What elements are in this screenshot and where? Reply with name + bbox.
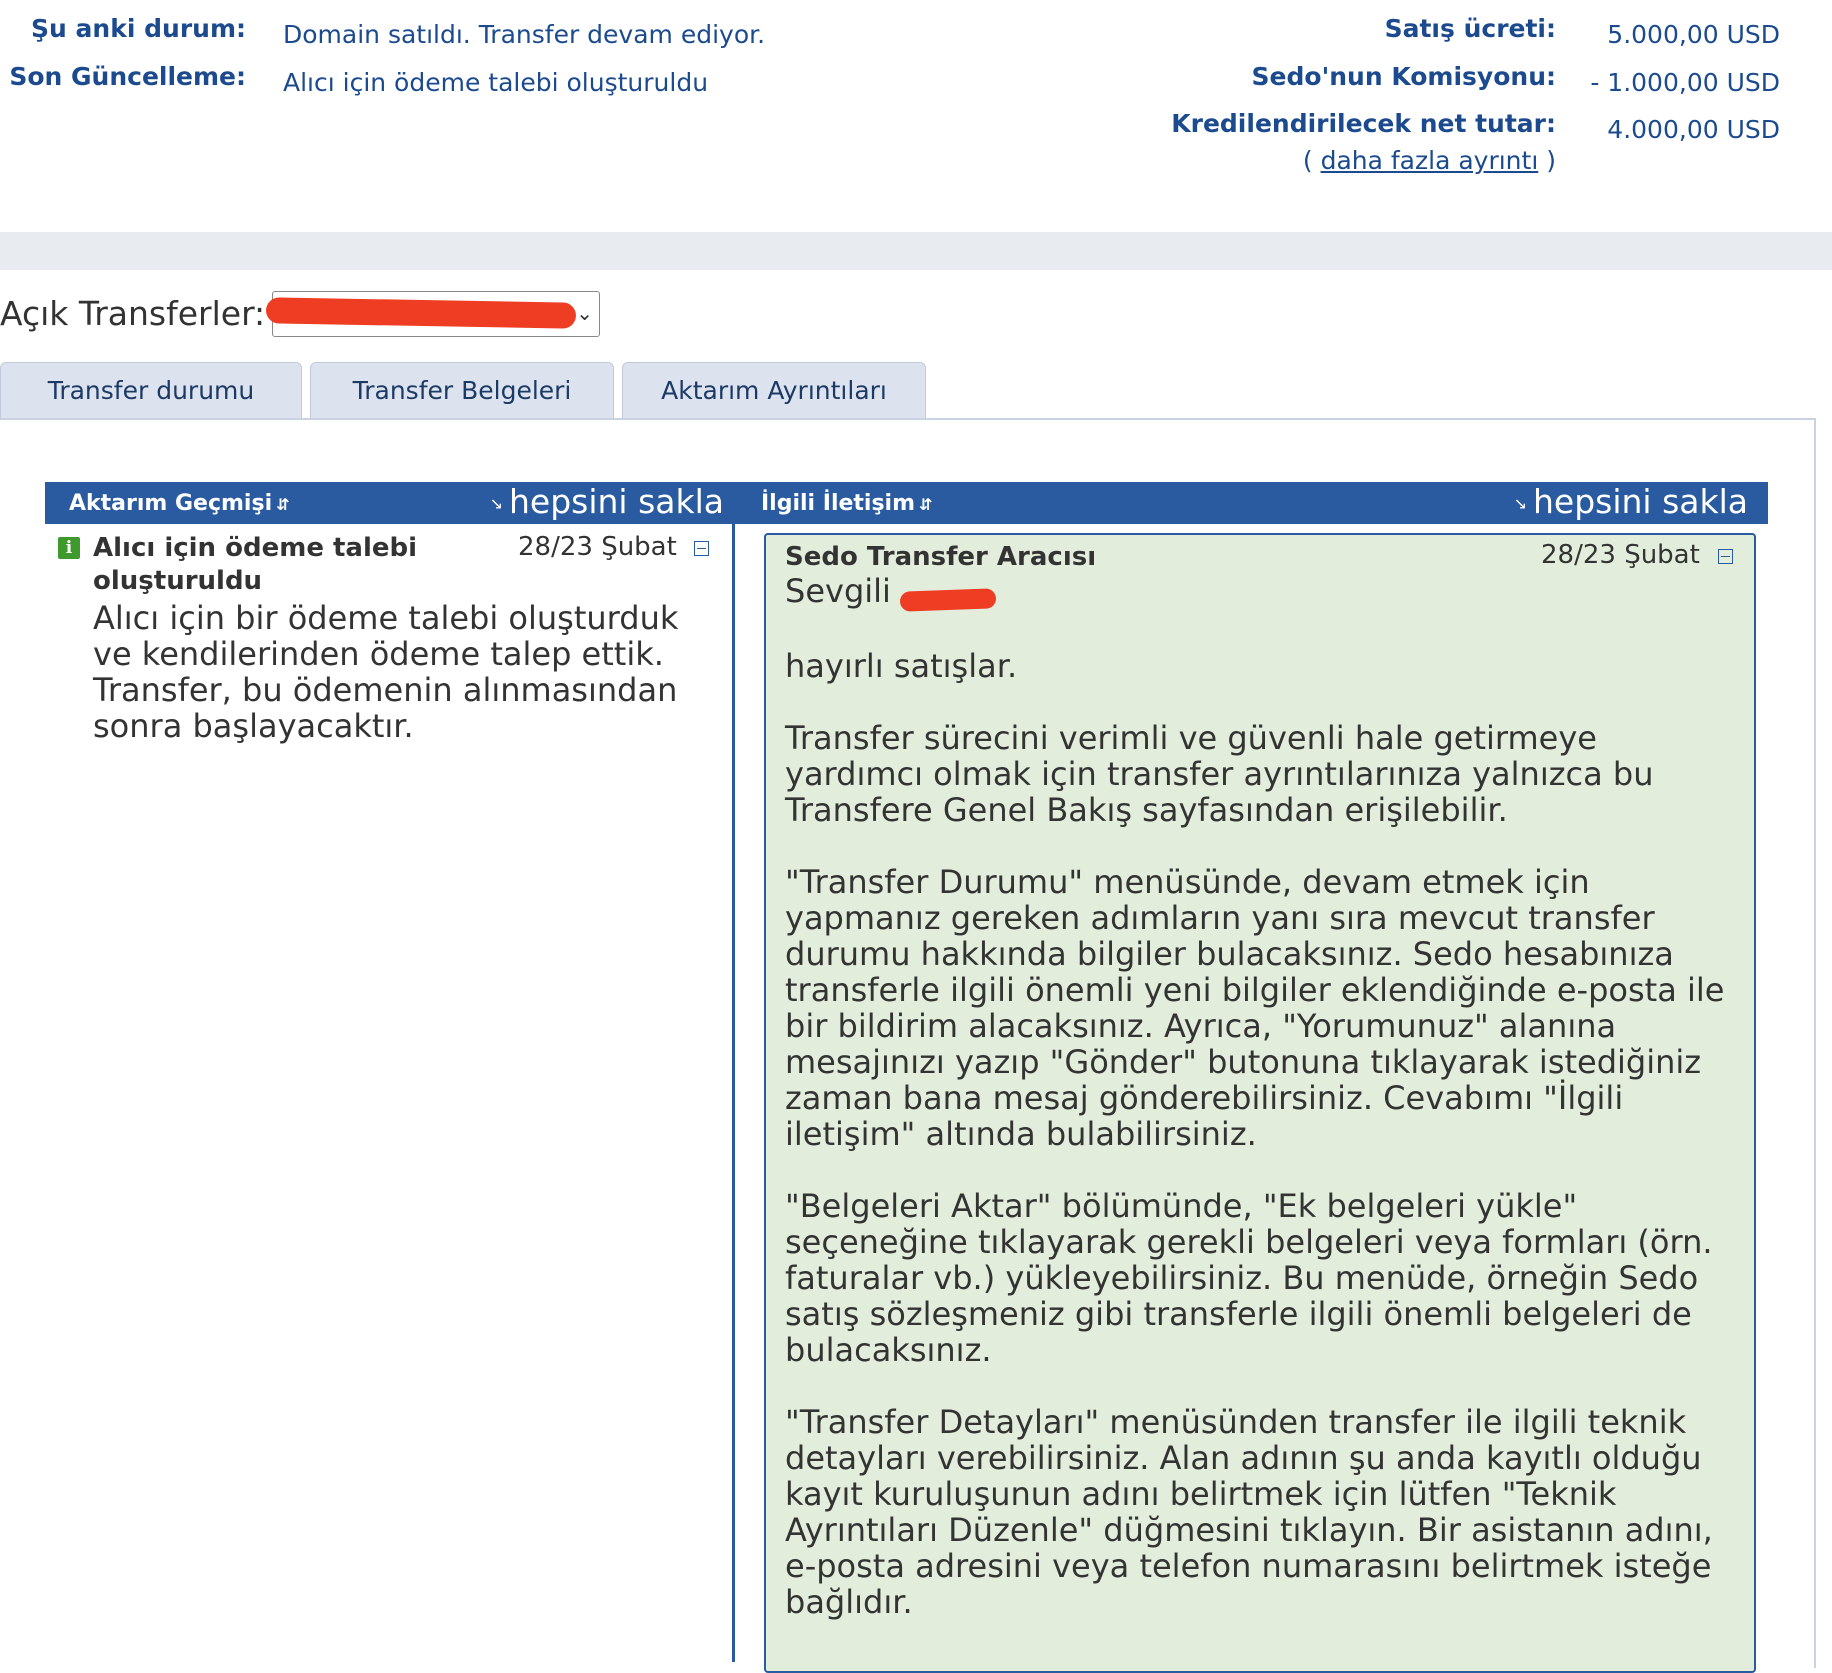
open-transfers-label: Açık Transferler:	[0, 294, 266, 333]
message-paragraph: "Transfer Durumu" menüsünde, devam etmek…	[785, 863, 1725, 1153]
tab-transfer-details[interactable]: Aktarım Ayrıntıları	[622, 362, 926, 418]
tab-transfer-documents[interactable]: Transfer Belgeleri	[310, 362, 614, 418]
section-separator	[0, 232, 1832, 270]
transfer-summary: Şu anki durum: Domain satıldı. Transfer …	[0, 0, 1816, 232]
more-details: ( daha fazla ayrıntı )	[1303, 146, 1556, 175]
more-details-close-paren: )	[1546, 146, 1556, 175]
history-panel-header: Aktarım Geçmişi ⇵ ↘ hepsini sakla	[45, 482, 732, 524]
communication-collapse-all[interactable]: ↘ hepsini sakla	[1514, 482, 1748, 521]
last-update-label: Son Güncelleme:	[9, 62, 246, 91]
open-transfers-select[interactable]: ⌄	[265, 291, 600, 337]
collapse-icon[interactable]	[1718, 549, 1733, 564]
history-entry-body: Alıcı için bir ödeme talebi oluşturduk v…	[93, 599, 679, 745]
message-greeting: Sevgili	[785, 572, 891, 610]
communication-panel-header: İlgili İletişim ⇵ ↘ hepsini sakla	[735, 482, 1768, 524]
message-sender: Sedo Transfer Aracısı	[785, 542, 1097, 572]
message-paragraph: Transfer sürecini verimli ve güvenli hal…	[785, 719, 1654, 829]
message-body: hayırlı satışlar. Transfer sürecini veri…	[785, 648, 1745, 1656]
history-entry-date: 28/23 Şubat	[518, 532, 677, 562]
history-collapse-all[interactable]: ↘ hepsini sakla	[490, 482, 724, 521]
communication-title[interactable]: İlgili İletişim ⇵	[761, 491, 932, 516]
current-status-label: Şu anki durum:	[31, 14, 246, 43]
column-divider	[732, 482, 735, 1662]
last-update-value: Alıcı için ödeme talebi oluşturuldu	[283, 68, 709, 97]
current-status-value: Domain satıldı. Transfer devam ediyor.	[283, 20, 766, 49]
message-paragraph: hayırlı satışlar.	[785, 647, 1018, 685]
history-title[interactable]: Aktarım Geçmişi ⇵	[69, 491, 290, 516]
redacted-name	[899, 588, 997, 612]
collapse-icon[interactable]	[694, 541, 709, 556]
net-amount-value: 4.000,00 USD	[1607, 115, 1780, 144]
sort-icon: ⇵	[276, 495, 290, 514]
chevron-down-icon: ⌄	[576, 301, 593, 325]
history-entry-title: Alıcı için ödeme talebi oluşturuldu	[93, 533, 418, 596]
sale-price-value: 5.000,00 USD	[1607, 20, 1780, 49]
net-amount-label: Kredilendirilecek net tutar:	[1171, 109, 1556, 138]
collapse-arrow-icon: ↘	[1513, 494, 1527, 513]
sort-icon: ⇵	[919, 495, 933, 514]
collapse-arrow-icon: ↘	[489, 494, 503, 513]
message-date: 28/23 Şubat	[1541, 540, 1700, 570]
tab-strip-line	[0, 418, 1816, 420]
redacted-domain	[265, 297, 577, 329]
more-details-open-paren: (	[1302, 146, 1313, 175]
sale-price-label: Satış ücreti:	[1384, 14, 1556, 43]
message-paragraph: "Transfer Detayları" menüsünden transfer…	[785, 1403, 1713, 1621]
commission-value: - 1.000,00 USD	[1590, 68, 1780, 97]
message-paragraph: "Belgeleri Aktar" bölümünde, "Ek belgele…	[785, 1187, 1713, 1369]
info-icon: i	[58, 537, 80, 559]
more-details-link[interactable]: daha fazla ayrıntı	[1321, 146, 1539, 175]
tab-transfer-status[interactable]: Transfer durumu	[0, 362, 302, 418]
commission-label: Sedo'nun Komisyonu:	[1251, 62, 1556, 91]
